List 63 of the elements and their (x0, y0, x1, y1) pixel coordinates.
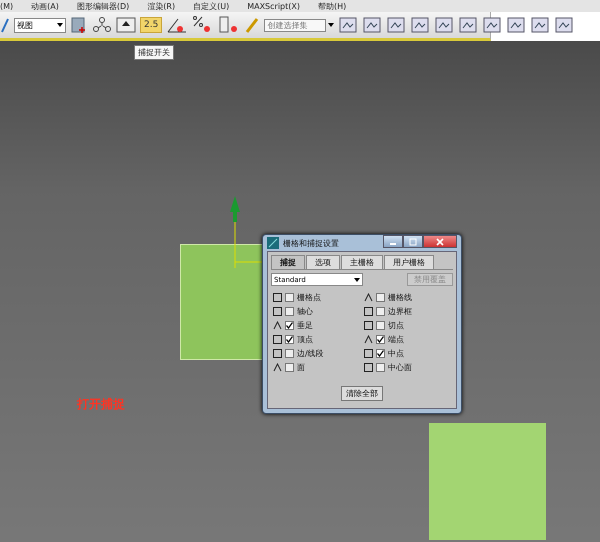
checkbox[interactable] (285, 349, 294, 358)
tool-icon[interactable] (554, 15, 574, 35)
snap-label: 轴心 (297, 306, 313, 317)
checkbox[interactable] (285, 307, 294, 316)
tab[interactable]: 用户栅格 (384, 255, 434, 269)
checkbox[interactable] (285, 363, 294, 372)
maximize-icon (409, 238, 417, 246)
snap-label: 中心面 (388, 362, 412, 373)
upload-icon[interactable] (116, 16, 136, 34)
snap-label: 顶点 (297, 334, 313, 345)
caption-text: 打开捕捉 (77, 396, 125, 413)
snap-toggle-button[interactable]: 2.5 (140, 17, 162, 33)
checkbox[interactable] (376, 293, 385, 302)
menu-item[interactable]: MAXScript(X) (247, 2, 300, 10)
snap-label: 中点 (388, 348, 404, 359)
close-icon (436, 238, 444, 246)
selection-set-field[interactable]: 创建选择集 (264, 18, 326, 32)
snap-label: 垂足 (297, 320, 313, 331)
tool-icon[interactable] (434, 15, 454, 35)
tool-icon[interactable] (506, 15, 526, 35)
tool-icon[interactable] (530, 15, 550, 35)
tab[interactable]: 捕捉 (271, 255, 305, 269)
menu-item[interactable]: 渲染(R) (147, 0, 176, 12)
caret-icon (354, 278, 360, 282)
checkbox[interactable] (376, 335, 385, 344)
clear-all-button[interactable]: 清除全部 (341, 386, 383, 401)
caret-icon (328, 23, 334, 27)
view-dropdown[interactable]: 视图 (14, 18, 66, 32)
checkbox[interactable] (376, 363, 385, 372)
nodes-icon[interactable] (92, 15, 112, 35)
menu-item[interactable]: 自定义(U) (193, 0, 230, 12)
tool-icon[interactable] (458, 15, 478, 35)
snap-label: 栅格线 (388, 292, 412, 303)
menu-item[interactable]: 图形编辑器(D) (76, 0, 130, 12)
snap-label: 切点 (388, 320, 404, 331)
tool-icon[interactable] (410, 15, 430, 35)
tool-icon[interactable] (386, 15, 406, 35)
tooltip: 捕捉开关 (134, 45, 174, 60)
checkbox[interactable] (376, 349, 385, 358)
tool-icon[interactable] (338, 15, 358, 35)
snap-label: 面 (297, 362, 305, 373)
maximize-button[interactable] (403, 235, 423, 248)
checkbox[interactable] (376, 307, 385, 316)
checkbox[interactable] (285, 293, 294, 302)
menu-item[interactable]: 动画(A) (31, 0, 59, 12)
app-icon (267, 237, 279, 249)
snap-label: 端点 (388, 334, 404, 345)
snap-label: 边/线段 (297, 348, 324, 359)
tool-icon[interactable] (362, 15, 382, 35)
checkbox[interactable] (285, 335, 294, 344)
tab[interactable]: 主栅格 (341, 255, 383, 269)
snap-label: 边界框 (388, 306, 412, 317)
tab[interactable]: 选项 (306, 255, 340, 269)
checkbox[interactable] (285, 321, 294, 330)
menu-item[interactable]: 帮助(H) (318, 0, 346, 12)
minimize-button[interactable] (383, 235, 403, 248)
snap-label: 栅格点 (297, 292, 321, 303)
caret-icon (57, 23, 63, 27)
checkbox[interactable] (376, 321, 385, 330)
close-button[interactable] (423, 235, 457, 248)
window-title: 栅格和捕捉设置 (283, 238, 340, 248)
tool-icon[interactable] (482, 15, 502, 35)
menu-item[interactable]: (M) (0, 2, 14, 10)
